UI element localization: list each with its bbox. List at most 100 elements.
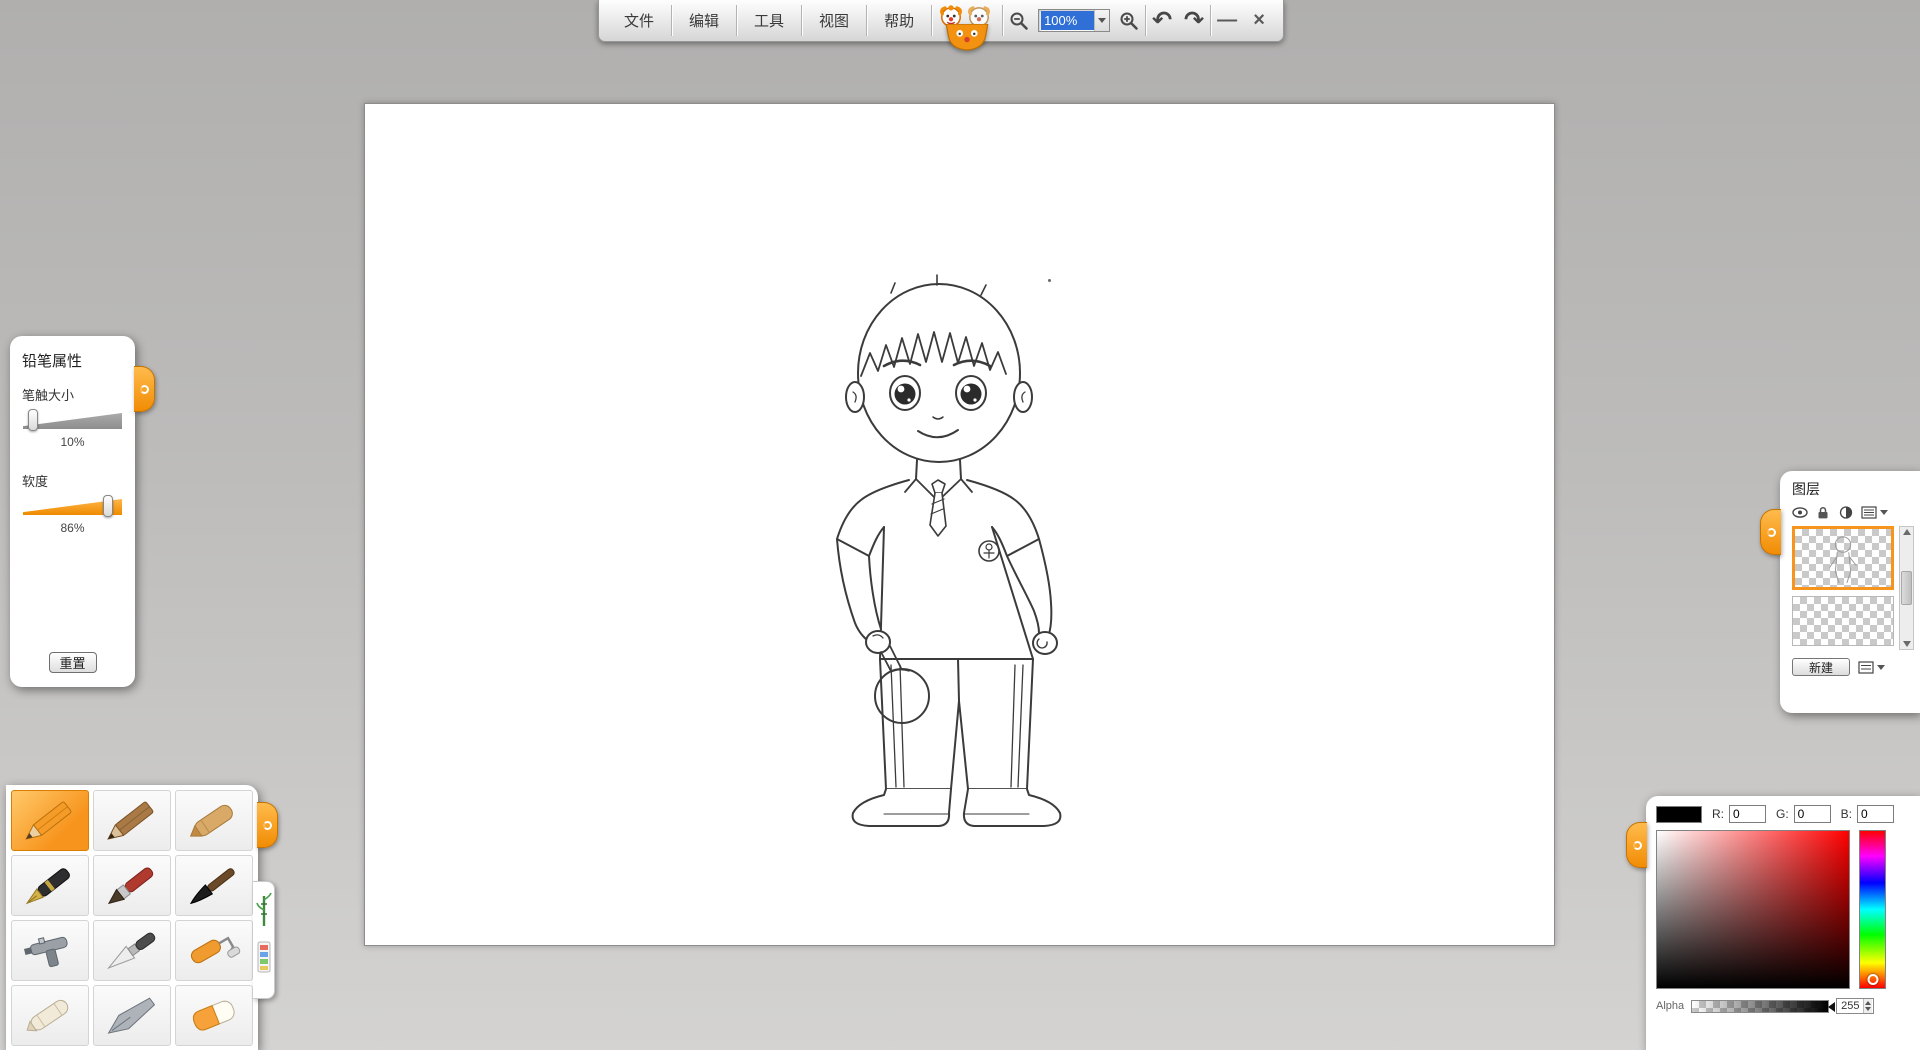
pencil-panel-tab[interactable] bbox=[134, 366, 155, 412]
layer-options-button[interactable] bbox=[1858, 661, 1885, 674]
minimize-button[interactable]: — bbox=[1211, 0, 1243, 41]
layers-panel-tab[interactable] bbox=[1760, 509, 1781, 555]
brush-size-value: 10% bbox=[22, 435, 123, 449]
redo-button[interactable]: ↷ bbox=[1178, 0, 1210, 41]
tool-crayon[interactable] bbox=[175, 790, 253, 851]
b-input[interactable] bbox=[1857, 805, 1894, 823]
menu-file-label: 文件 bbox=[624, 10, 654, 31]
crayon-icon bbox=[181, 796, 247, 846]
tool-pastel[interactable] bbox=[11, 985, 89, 1046]
swirl-icon bbox=[1633, 841, 1642, 850]
saturation-value-square[interactable] bbox=[1656, 830, 1850, 989]
zoom-dropdown-button[interactable] bbox=[1094, 10, 1109, 31]
stray-pencil-mark bbox=[1048, 279, 1051, 282]
close-button[interactable]: × bbox=[1243, 0, 1275, 41]
layer-list-icon bbox=[1861, 506, 1877, 519]
g-input[interactable] bbox=[1794, 805, 1831, 823]
drawing-canvas[interactable] bbox=[364, 103, 1555, 946]
swirl-icon bbox=[140, 385, 149, 394]
menu-file[interactable]: 文件 bbox=[607, 0, 671, 41]
tool-paint-roller[interactable] bbox=[175, 920, 253, 981]
mascot-slot bbox=[932, 0, 1002, 41]
menu-tools-label: 工具 bbox=[754, 10, 784, 31]
softness-slider[interactable] bbox=[23, 494, 122, 518]
layer-list bbox=[1792, 526, 1916, 650]
layers-bottom-bar: 新建 bbox=[1792, 658, 1916, 676]
spin-down-icon[interactable] bbox=[1865, 1007, 1871, 1011]
magnifier-plus-icon bbox=[1119, 11, 1139, 31]
tool-fountain-pen[interactable] bbox=[11, 855, 89, 916]
menu-edit-label: 编辑 bbox=[689, 10, 719, 31]
scrollbar-thumb[interactable] bbox=[1901, 571, 1912, 605]
reset-button[interactable]: 重置 bbox=[49, 652, 97, 673]
brush-size-handle[interactable] bbox=[28, 409, 38, 431]
layer-scrollbar[interactable] bbox=[1899, 526, 1914, 650]
alpha-slider[interactable] bbox=[1691, 1000, 1829, 1013]
layer-thumbnail-1[interactable] bbox=[1792, 526, 1894, 590]
menu-edit[interactable]: 编辑 bbox=[672, 0, 736, 41]
redo-arrow-icon: ↷ bbox=[1184, 9, 1204, 33]
spin-up-icon[interactable] bbox=[1865, 1001, 1871, 1005]
pattern-tool-icon[interactable] bbox=[256, 938, 272, 976]
hue-indicator[interactable] bbox=[1867, 974, 1878, 985]
pastel-icon bbox=[17, 991, 83, 1041]
scroll-down-icon[interactable] bbox=[1903, 641, 1911, 647]
pencil-panel-title: 铅笔属性 bbox=[22, 350, 123, 371]
menu-help-label: 帮助 bbox=[884, 10, 914, 31]
r-input[interactable] bbox=[1729, 805, 1766, 823]
layers-panel-title: 图层 bbox=[1792, 479, 1916, 499]
menu-tools[interactable]: 工具 bbox=[737, 0, 801, 41]
layer-menu-button[interactable] bbox=[1861, 506, 1888, 519]
close-icon: × bbox=[1253, 9, 1265, 32]
hanging-mascot-icon[interactable] bbox=[944, 24, 990, 51]
tool-colored-pencil[interactable] bbox=[93, 790, 171, 851]
color-picker-panel: R: G: B: Alpha 255 bbox=[1646, 796, 1920, 1050]
tool-paint-brush[interactable] bbox=[93, 855, 171, 916]
tool-quill-pen[interactable] bbox=[93, 985, 171, 1046]
chevron-down-icon bbox=[1877, 665, 1885, 670]
menu-help[interactable]: 帮助 bbox=[867, 0, 931, 41]
alpha-marker[interactable] bbox=[1828, 1002, 1835, 1012]
colored-pencil-icon bbox=[99, 796, 165, 846]
tool-palette-panel bbox=[6, 785, 258, 1050]
tool-ink-brush[interactable] bbox=[175, 855, 253, 916]
b-label: B: bbox=[1841, 807, 1852, 821]
softness-handle[interactable] bbox=[103, 495, 113, 517]
undo-arrow-icon: ↶ bbox=[1152, 9, 1172, 33]
current-color-swatch[interactable] bbox=[1656, 806, 1702, 823]
spinner-arrows bbox=[1863, 999, 1872, 1013]
alpha-spinner[interactable]: 255 bbox=[1836, 998, 1874, 1014]
alpha-row: Alpha 255 bbox=[1656, 998, 1910, 1014]
tool-palette-knife[interactable] bbox=[93, 920, 171, 981]
zoom-in-button[interactable] bbox=[1113, 0, 1145, 41]
bamboo-tool-icon[interactable] bbox=[256, 892, 272, 930]
tool-palette-tab[interactable] bbox=[257, 802, 278, 848]
scroll-up-icon[interactable] bbox=[1903, 529, 1911, 535]
quill-pen-icon bbox=[99, 991, 165, 1041]
softness-value: 86% bbox=[22, 521, 123, 535]
eye-icon[interactable] bbox=[1792, 506, 1808, 519]
canvas-drawing-boy bbox=[829, 273, 1085, 839]
menu-view[interactable]: 视图 bbox=[802, 0, 866, 41]
brush-size-label: 笔触大小 bbox=[22, 385, 123, 404]
hue-bar[interactable] bbox=[1859, 830, 1886, 989]
layers-panel: 图层 bbox=[1780, 471, 1920, 713]
zoom-level-combobox[interactable]: 100% bbox=[1038, 9, 1110, 32]
new-layer-button[interactable]: 新建 bbox=[1792, 658, 1850, 676]
contrast-icon[interactable] bbox=[1838, 506, 1854, 519]
alpha-label: Alpha bbox=[1656, 1000, 1684, 1012]
r-label: R: bbox=[1712, 807, 1724, 821]
fountain-pen-icon bbox=[17, 861, 83, 911]
minimize-icon: — bbox=[1217, 9, 1237, 32]
zoom-level-value[interactable]: 100% bbox=[1041, 11, 1094, 30]
tool-airbrush[interactable] bbox=[11, 920, 89, 981]
color-panel-tab[interactable] bbox=[1626, 822, 1647, 868]
layer-thumbnail-2[interactable] bbox=[1792, 596, 1894, 646]
brush-size-slider[interactable] bbox=[23, 408, 122, 432]
lock-icon[interactable] bbox=[1815, 506, 1831, 519]
tool-eraser[interactable] bbox=[175, 985, 253, 1046]
undo-button[interactable]: ↶ bbox=[1146, 0, 1178, 41]
tool-pencil[interactable] bbox=[11, 790, 89, 851]
zoom-out-button[interactable] bbox=[1003, 0, 1035, 41]
tool-grid bbox=[11, 790, 253, 1046]
